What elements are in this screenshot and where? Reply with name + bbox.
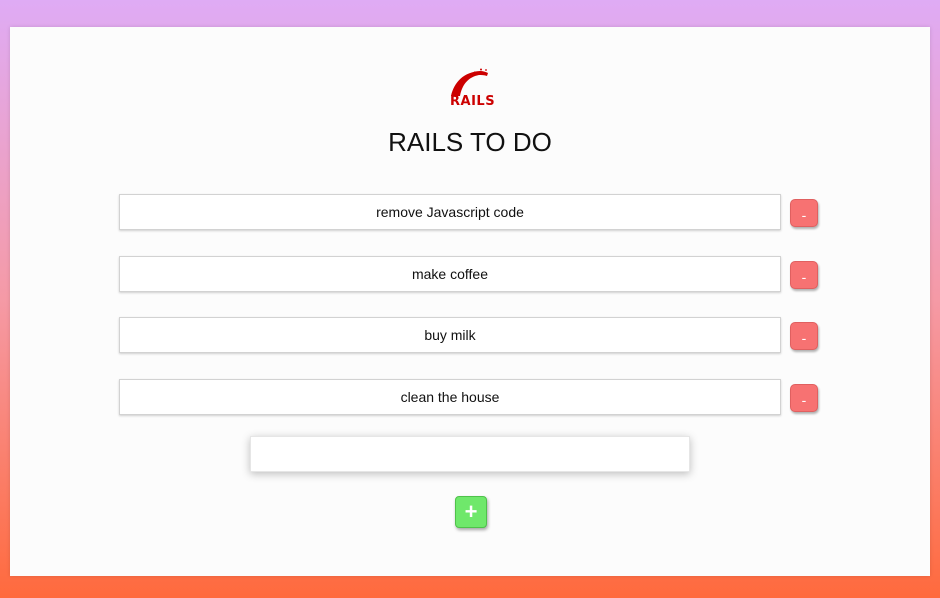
page-title: RAILS TO DO (388, 127, 552, 157)
rails-logo: RAILS (450, 67, 496, 109)
add-todo-button[interactable]: + (455, 496, 487, 528)
remove-todo-button[interactable]: - (790, 384, 818, 412)
rails-logo-text: RAILS (450, 94, 496, 109)
todo-item[interactable]: make coffee (119, 256, 781, 292)
remove-todo-button[interactable]: - (790, 261, 818, 289)
new-todo-input[interactable] (250, 436, 690, 472)
remove-todo-button[interactable]: - (790, 322, 818, 350)
todo-row: make coffee - (119, 256, 819, 292)
todo-item[interactable]: remove Javascript code (119, 194, 781, 230)
todo-item[interactable]: clean the house (119, 379, 781, 415)
remove-todo-button[interactable]: - (790, 199, 818, 227)
todo-card: RAILS RAILS TO DO remove Javascript code… (10, 27, 930, 576)
todo-row: buy milk - (119, 317, 819, 353)
todo-item[interactable]: buy milk (119, 317, 781, 353)
todo-row: clean the house - (119, 379, 819, 415)
rails-logo-icon (451, 68, 488, 96)
todo-row: remove Javascript code - (119, 194, 819, 230)
